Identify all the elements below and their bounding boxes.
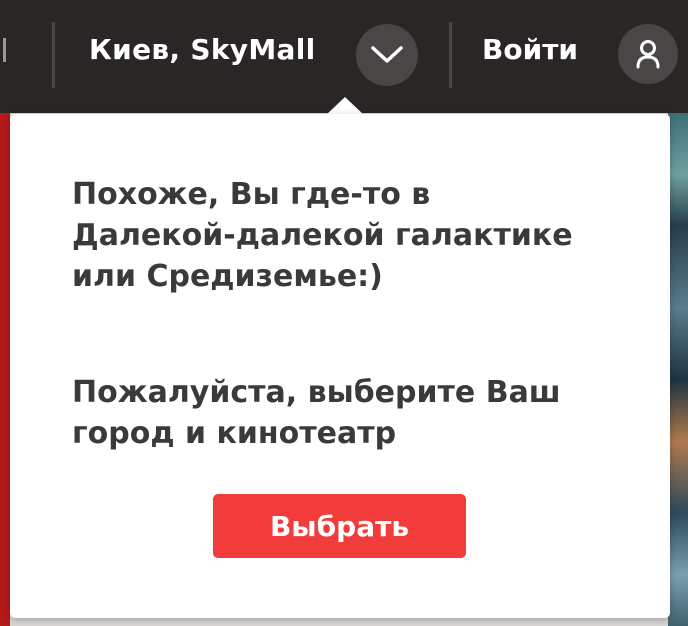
login-link[interactable]: Войти (482, 33, 578, 66)
background-poster-edge (668, 113, 688, 626)
city-cinema-selector-label[interactable]: Киев, SkyMall (89, 33, 316, 66)
app-screen: Киев, SkyMall Войти Похоже, Вы где-то в … (0, 0, 688, 626)
choose-button[interactable]: Выбрать (213, 494, 466, 558)
chevron-down-icon (371, 46, 403, 63)
location-popup: Похоже, Вы где-то в Далекой-далекой гала… (10, 114, 670, 618)
header-divider (52, 22, 55, 88)
popup-pointer (326, 97, 364, 115)
user-icon (636, 40, 660, 69)
city-dropdown-button[interactable] (356, 24, 418, 86)
choose-city-prompt: Пожалуйста, выберите Ваш город и кинотеа… (72, 375, 561, 451)
location-message: Похоже, Вы где-то в Далекой-далекой гала… (72, 177, 573, 294)
cut-off-nav-item (0, 38, 6, 62)
background-banner-edge (0, 113, 10, 626)
account-button[interactable] (618, 24, 678, 84)
header-divider (449, 22, 452, 88)
